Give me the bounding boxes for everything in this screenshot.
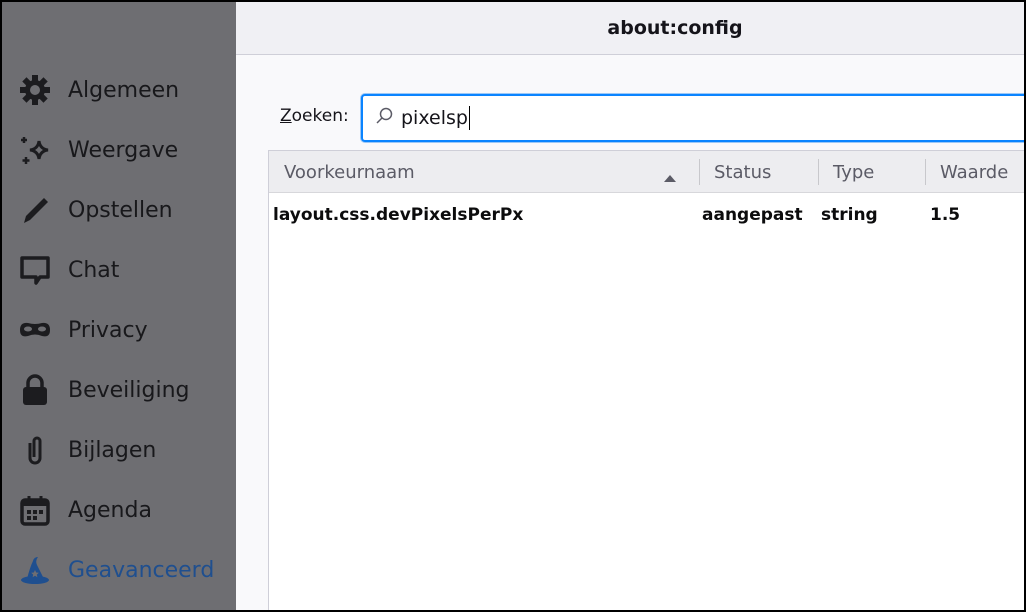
sidebar-item-label: Weergave <box>68 137 179 163</box>
sparkles-icon <box>18 133 52 167</box>
column-label: Voorkeurnaam <box>284 161 415 183</box>
pencil-icon <box>18 193 52 227</box>
mask-icon <box>18 313 52 347</box>
sort-ascending-icon <box>663 167 677 188</box>
pref-value: 1.5 <box>930 205 961 225</box>
sidebar-item-label: Privacy <box>68 317 148 343</box>
search-label: Zoeken: <box>280 106 349 126</box>
sidebar-item-beveiliging[interactable]: Beveiliging <box>18 370 190 410</box>
sidebar-item-privacy[interactable]: Privacy <box>18 310 148 350</box>
search-value: pixelsp <box>401 107 468 129</box>
sidebar-item-algemeen[interactable]: Algemeen <box>18 70 179 110</box>
sidebar-item-label: Opstellen <box>68 197 173 223</box>
chat-bubble-icon <box>18 253 52 287</box>
sidebar-item-label: Geavanceerd <box>68 557 215 583</box>
window: Algemeen Weergave Opstellen Chat Privacy… <box>2 2 1024 610</box>
pref-status: aangepast <box>702 205 803 225</box>
column-header-value[interactable]: Waarde <box>925 151 1024 193</box>
paperclip-icon <box>18 433 52 467</box>
search-input[interactable]: pixelsp <box>361 94 1024 142</box>
column-label: Type <box>833 161 875 183</box>
search-icon <box>375 107 393 130</box>
sidebar-item-label: Algemeen <box>68 77 180 103</box>
page-title: about:config <box>236 2 1024 55</box>
pref-type: string <box>821 205 878 225</box>
sidebar-item-chat[interactable]: Chat <box>18 250 119 290</box>
sidebar-item-opstellen[interactable]: Opstellen <box>18 190 173 230</box>
sidebar-item-bijlagen[interactable]: Bijlagen <box>18 430 156 470</box>
table-row[interactable]: layout.css.devPixelsPerPx aangepast stri… <box>269 193 1024 237</box>
search-label-accesskey: Z <box>280 106 292 126</box>
calendar-icon <box>18 493 52 527</box>
lock-icon <box>18 373 52 407</box>
sidebar-item-label: Bijlagen <box>68 437 157 463</box>
sidebar-item-label: Beveiliging <box>68 377 190 403</box>
sidebar-item-label: Chat <box>68 257 120 283</box>
column-header-type[interactable]: Type <box>818 151 925 193</box>
column-header-status[interactable]: Status <box>699 151 818 193</box>
preferences-table: Voorkeurnaam Status Type Waarde layout.c… <box>268 150 1024 610</box>
wizard-hat-icon <box>18 553 52 587</box>
column-header-name[interactable]: Voorkeurnaam <box>269 151 699 193</box>
sidebar-item-agenda[interactable]: Agenda <box>18 490 152 530</box>
sidebar: Algemeen Weergave Opstellen Chat Privacy… <box>2 2 236 610</box>
sidebar-item-weergave[interactable]: Weergave <box>18 130 178 170</box>
table-header: Voorkeurnaam Status Type Waarde <box>269 151 1024 193</box>
pref-name: layout.css.devPixelsPerPx <box>273 205 524 225</box>
text-caret <box>468 106 470 130</box>
column-label: Waarde <box>940 161 1009 183</box>
sidebar-item-label: Agenda <box>68 497 152 523</box>
gear-icon <box>18 73 52 107</box>
search-label-text: oeken: <box>291 106 349 126</box>
sidebar-item-geavanceerd[interactable]: Geavanceerd <box>18 550 214 590</box>
column-label: Status <box>714 161 772 183</box>
